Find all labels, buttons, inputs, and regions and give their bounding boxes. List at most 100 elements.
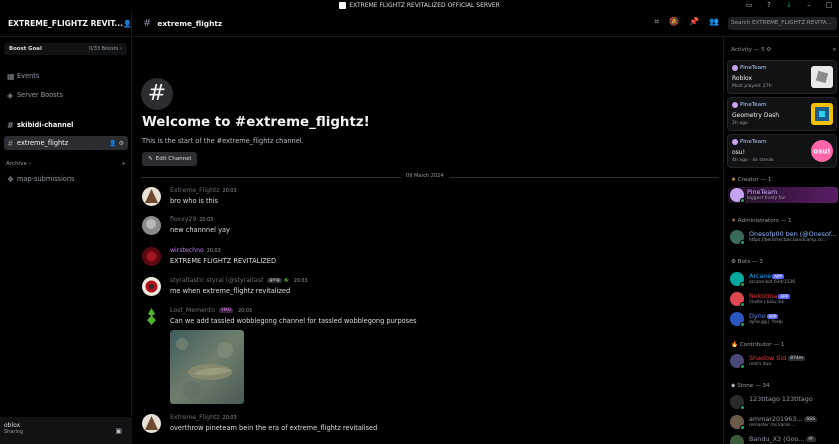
screen-share-icon[interactable]: ▣	[115, 427, 122, 435]
activity-status: Sharing	[4, 429, 24, 435]
server-icon	[339, 2, 347, 9]
contributor-header: 🔥 Contributor — 1	[731, 342, 785, 348]
member-status: remaster ms.karan ...	[749, 423, 797, 428]
message-author[interactable]: Lost_Memento YMO 20:03	[170, 307, 252, 314]
administrators-header: ☀ Administrators — 1	[731, 218, 792, 224]
activity-card[interactable]: PineTeam Geometry Dash 2h ago	[727, 97, 837, 131]
avatar[interactable]	[142, 187, 161, 206]
avatar[interactable]	[142, 247, 161, 266]
message-text: Can we add tassled wobblegong channel fo…	[170, 317, 417, 325]
sidebar-item-server-boosts[interactable]: ◈ Server Boosts	[4, 88, 128, 102]
member-status: dyno.gg | ?help	[749, 320, 783, 325]
header-toolbar: ⌗ 🔕 📌 👥	[655, 17, 719, 27]
badge: 874m	[788, 355, 806, 361]
minimize-button[interactable]: –	[805, 1, 813, 9]
window-titlebar: EXTREME FLIGHTZ REVITALIZED OFFICIAL SER…	[0, 0, 839, 11]
chat-area: # Welcome to #extreme_flightz! This is t…	[133, 37, 723, 444]
member-name: Shadow Sid 874m	[749, 354, 806, 362]
member-status: biggest frosty fan	[747, 196, 786, 201]
member-item[interactable]: Shadow Sid 874m rent's due	[730, 353, 838, 369]
avatar	[730, 435, 744, 444]
activity-game: osu!	[732, 149, 746, 156]
channel-map-submissions[interactable]: ❖ map-submissions	[4, 172, 128, 186]
welcome-title: Welcome to #extreme_flightz!	[142, 115, 370, 130]
activity-header: Activity — 5 ⚙	[731, 47, 772, 53]
activity-card[interactable]: PineTeam osu! 4h ago · 4x streak osu!	[727, 134, 837, 168]
status-dot	[740, 282, 745, 287]
member-list-icon[interactable]: 👥	[709, 17, 719, 27]
member-item[interactable]: ammar201963... SSS remaster ms.karan ...	[730, 414, 838, 430]
status-dot	[740, 364, 745, 369]
sidebar-item-events[interactable]: ▦ Events	[4, 69, 128, 83]
message-author[interactable]: floxxy29 20:03	[170, 216, 213, 223]
activity-name: oblox	[4, 422, 21, 429]
activity-card[interactable]: PineTeam Roblox Most played: 27h	[727, 60, 837, 94]
channel-label: skibidi-channel	[17, 121, 74, 129]
member-item[interactable]: PineTeam biggest frosty fan	[728, 187, 838, 203]
frog-icon: ❀	[283, 277, 289, 284]
activity-game: Geometry Dash	[732, 112, 780, 119]
channel-extreme-flightz[interactable]: # extreme_flightz 👤 ⚙	[4, 136, 128, 150]
boost-goal-bar[interactable]: Boost Goal 0/33 Boosts ›	[4, 43, 127, 55]
creator-header: ★ Creator — 1	[731, 177, 772, 183]
hashtag-icon: #	[7, 138, 14, 148]
threads-icon[interactable]: ⌗	[655, 17, 660, 27]
header-channel-name: extreme_flightz	[157, 19, 223, 28]
roblox-icon	[811, 66, 833, 88]
inbox-icon[interactable]: ▭	[745, 1, 753, 9]
help-icon[interactable]: ?	[765, 1, 773, 9]
member-name: 123titago 123titago	[749, 395, 813, 403]
add-member-icon[interactable]: 👤	[123, 20, 132, 28]
activity-user: PineTeam	[732, 139, 767, 145]
download-icon[interactable]: ↓	[785, 1, 793, 9]
archive-category[interactable]: Archive › +	[6, 161, 126, 167]
forum-icon: ❖	[7, 174, 15, 184]
member-list: Activity — 5 ⚙ × PineTeam Roblox Most pl…	[723, 37, 839, 444]
message-author[interactable]: Extreme_Flightz 20:03	[170, 414, 237, 421]
message-text: bro who is this	[170, 197, 218, 205]
avatar[interactable]	[142, 307, 161, 326]
member-name: Dyno APP	[749, 312, 779, 320]
app-badge: APP	[778, 293, 790, 299]
user-activity-panel: oblox Sharing ▣	[0, 417, 132, 444]
avatar[interactable]	[142, 414, 161, 433]
add-channel-icon[interactable]: +	[121, 161, 126, 167]
activity-status: 4h ago · 4x streak	[732, 158, 774, 163]
status-dot	[740, 322, 745, 327]
activity-user: PineTeam	[732, 102, 767, 108]
window-title-text: EXTREME FLIGHTZ REVITALIZED OFFICIAL SER…	[349, 2, 500, 9]
activity-status: Most played: 27h	[732, 84, 772, 89]
member-item[interactable]: Arcane APP arcane.bot 634/1536	[730, 271, 838, 287]
window-controls: ▭ ? ↓ – □	[745, 1, 833, 9]
member-item[interactable]: 123titago 123titago	[730, 394, 838, 410]
message-text: new channnel yay	[170, 226, 230, 234]
boost-goal-label: Boost Goal	[9, 46, 42, 52]
notification-bell-icon[interactable]: 🔕	[669, 17, 679, 27]
channel-label: map-submissions	[17, 175, 75, 183]
member-item[interactable]: Onesofp00 ben (@Onesof... https://bensfr…	[730, 229, 838, 245]
search-input[interactable]: Search EXTREME_FLIGHTZ REVITA...	[728, 17, 837, 30]
pin-icon[interactable]: 📌	[689, 17, 699, 27]
activity-user: PineTeam	[732, 65, 767, 71]
member-name: PineTeam	[747, 188, 778, 196]
channel-skibidi-channel[interactable]: # skibidi-channel	[4, 118, 128, 132]
server-header[interactable]: EXTREME_FLIGHTZ REVIT... 👤	[0, 11, 132, 37]
image-attachment[interactable]	[170, 330, 244, 404]
member-name: Bandu_X3 (Goo... PF	[749, 435, 816, 443]
member-item[interactable]: Bandu_X3 (Goo... PF	[730, 434, 838, 444]
app-badge: APP	[766, 313, 779, 319]
message-author[interactable]: wirstechno 20:03	[170, 247, 221, 254]
activity-status: 2h ago	[732, 121, 748, 126]
close-icon[interactable]: ×	[832, 47, 837, 53]
message-author[interactable]: Extreme_Flightz 20:03	[170, 187, 237, 194]
member-item[interactable]: Dyno APP dyno.gg | ?help	[730, 311, 838, 327]
avatar[interactable]	[142, 277, 161, 296]
calendar-icon: ▦	[7, 71, 15, 81]
channel-label: extreme_flightz	[17, 139, 69, 147]
channel-settings-icon[interactable]: 👤 ⚙	[109, 140, 124, 147]
message-author[interactable]: styraltastic styral (@styraltast gmg ❀ 2…	[170, 277, 308, 284]
maximize-button[interactable]: □	[825, 1, 833, 9]
edit-channel-button[interactable]: ✎ Edit Channel	[142, 152, 198, 166]
avatar[interactable]	[142, 216, 161, 235]
member-item[interactable]: Nekotina APP /invite | bizu.ink	[730, 291, 838, 307]
